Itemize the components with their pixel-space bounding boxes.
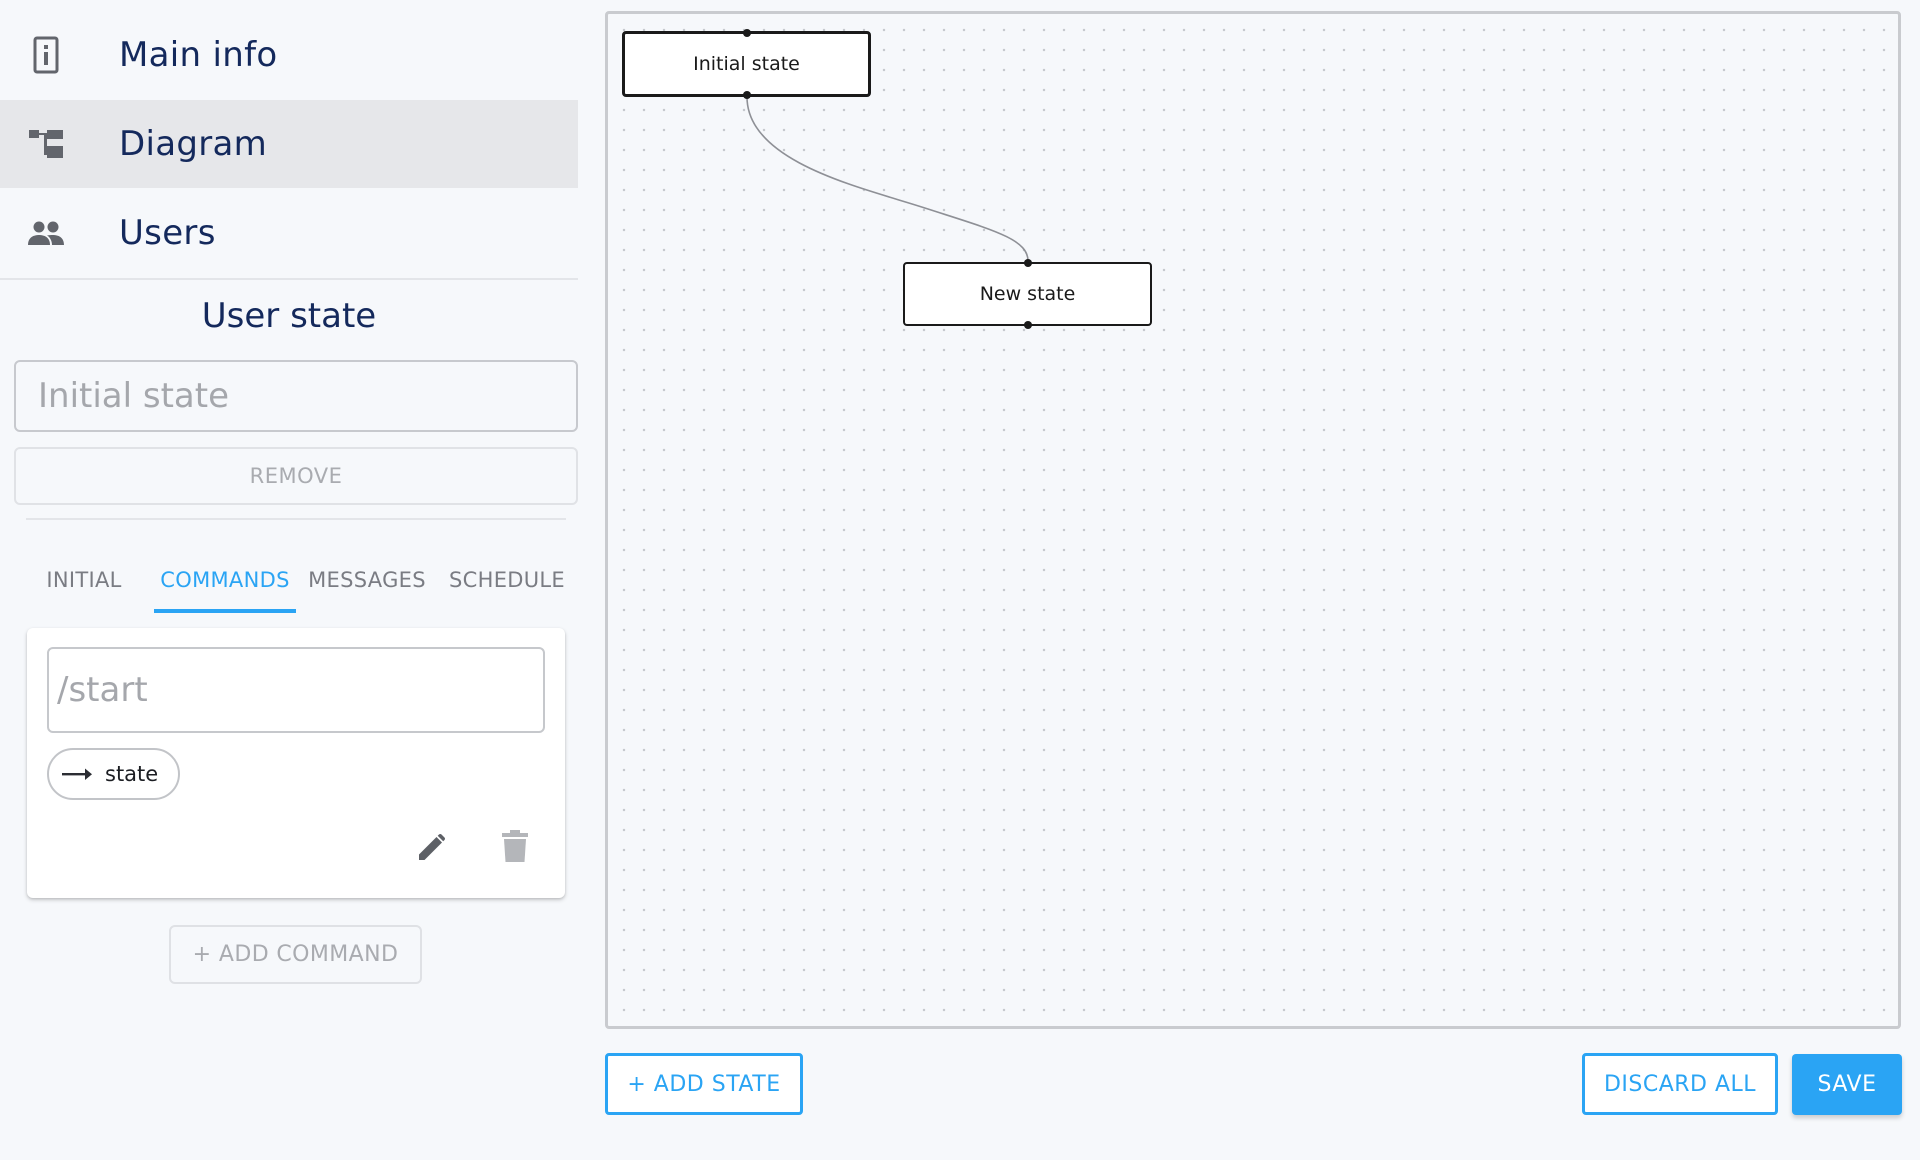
state-node-initial[interactable]: Initial state [622,29,871,99]
info-icon [27,36,65,74]
chip-label: state [105,762,159,786]
command-input[interactable] [47,647,545,733]
node-target-handle[interactable] [742,29,751,37]
tab-messages[interactable]: MESSAGES [302,545,432,615]
node-label: New state [979,283,1076,305]
diagram-icon [27,125,65,163]
pencil-icon[interactable] [415,828,451,864]
node-source-handle[interactable] [1023,321,1032,329]
node-label: Initial state [693,53,800,75]
panel-divider [26,518,566,520]
active-tab-indicator [154,609,296,613]
nav-item-diagram[interactable]: Diagram [0,100,578,188]
add-state-button[interactable]: + ADD STATE [605,1053,803,1115]
save-button[interactable]: SAVE [1792,1054,1902,1115]
edge-initial-to-new[interactable] [746,96,1029,262]
command-card: state [27,628,565,898]
remove-button[interactable]: REMOVE [14,447,578,505]
users-icon [27,214,65,252]
add-command-button[interactable]: + ADD COMMAND [169,925,422,984]
trash-icon[interactable] [500,829,530,863]
arrow-right-icon [61,763,93,785]
panel-title: User state [201,296,377,336]
discard-all-button[interactable]: DISCARD ALL [1582,1053,1778,1115]
target-state-chip[interactable]: state [47,748,180,800]
tab-commands[interactable]: COMMANDS [154,545,296,615]
state-name-input[interactable] [14,360,578,432]
nav-divider [0,278,578,280]
node-target-handle[interactable] [1023,259,1032,267]
tab-schedule[interactable]: SCHEDULE [444,545,570,615]
tab-initial[interactable]: INITIAL [30,545,138,615]
nav-item-users[interactable]: Users [0,189,578,277]
diagram-edges [746,96,1029,262]
nav-label-users: Users [119,213,216,253]
nav-item-main-info[interactable]: Main info [0,11,578,99]
state-node-new[interactable]: New state [903,259,1152,329]
diagram-canvas[interactable]: Initial state New state [605,11,1901,1029]
nav-label-main-info: Main info [119,35,278,75]
nav-label-diagram: Diagram [119,124,268,164]
node-source-handle[interactable] [742,91,751,99]
state-tabs: INITIAL COMMANDS MESSAGES SCHEDULE [0,545,578,615]
sidebar: Main info Diagram Users User state Initi… [0,0,578,1160]
